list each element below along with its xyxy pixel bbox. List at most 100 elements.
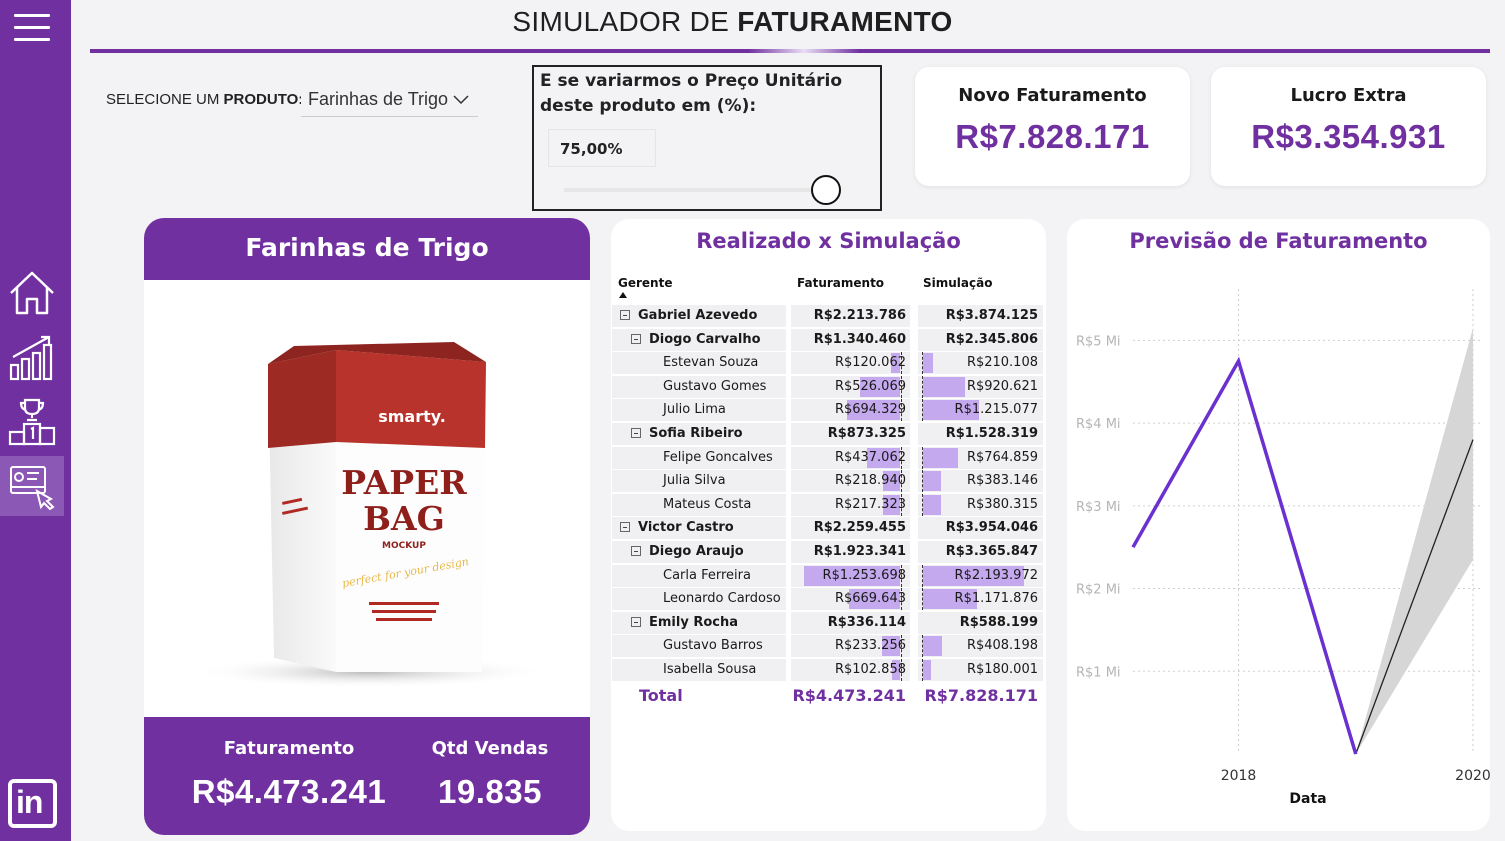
table-row[interactable]: Mateus Costa R$217.323 R$380.315	[611, 493, 1046, 516]
table-row[interactable]: Isabella Sousa R$102.858 R$180.001	[611, 659, 1046, 681]
gerente-name: Diego Araujo	[649, 544, 744, 559]
home-icon[interactable]	[0, 262, 64, 322]
fat-value: R$120.062	[834, 355, 906, 371]
gerente-name: Julio Lima	[663, 402, 726, 418]
simulacao-cell: R$3.954.046	[918, 517, 1043, 540]
chevron-down-icon	[453, 95, 469, 105]
gerente-name: Julia Silva	[663, 473, 726, 489]
axis-divider	[922, 564, 923, 587]
kpi-value: R$3.354.931	[1251, 118, 1446, 155]
table-title: Realizado x Simulação	[696, 229, 961, 253]
gerente-name: Carla Ferreira	[663, 567, 751, 583]
sim-value: R$764.859	[966, 449, 1038, 465]
faturamento-cell: R$233.256	[791, 635, 910, 658]
simulacao-cell: R$2.345.806	[918, 328, 1043, 351]
gerente-name: Sofia Ribeiro	[649, 426, 743, 441]
table-row[interactable]: Estevan Souza R$120.062 R$210.108	[611, 352, 1046, 375]
simulation-icon[interactable]	[0, 456, 64, 516]
table-row[interactable]: Felipe Goncalves R$437.062 R$764.859	[611, 446, 1046, 469]
gerente-name: Felipe Goncalves	[663, 449, 773, 465]
table-row[interactable]: Gabriel Azevedo R$2.213.786 R$3.874.125	[611, 305, 1046, 327]
gerente-name: Estevan Souza	[663, 355, 759, 371]
simulacao-cell: R$588.199	[918, 611, 1043, 634]
bar-chart-icon[interactable]	[0, 326, 64, 386]
collapse-icon[interactable]	[620, 310, 630, 320]
whatif-value-input[interactable]: 75,00%	[548, 129, 656, 167]
sim-value: R$383.146	[966, 473, 1038, 489]
gerente-cell: Gabriel Azevedo	[612, 305, 786, 327]
table-row[interactable]: Victor Castro R$2.259.455 R$3.954.046	[611, 517, 1046, 540]
whatif-question: E se variarmos o Preço Unitário deste pr…	[540, 71, 843, 116]
fat-value: R$1.923.341	[813, 544, 906, 559]
table-row[interactable]: Julia Silva R$218.940 R$383.146	[611, 470, 1046, 493]
axis-divider	[922, 470, 923, 493]
faturamento-cell: R$218.940	[791, 470, 910, 493]
y-tick-label: R$2 Mi	[1076, 583, 1121, 598]
table-row[interactable]: Gustavo Barros R$233.256 R$408.198	[611, 635, 1046, 658]
simulacao-cell: R$3.874.125	[918, 305, 1043, 327]
col-header-simulacao[interactable]: Simulação	[923, 276, 992, 290]
qtd-vendas-value: 19.835	[438, 773, 542, 810]
axis-divider	[922, 659, 923, 681]
podium-trophy-icon[interactable]	[0, 391, 64, 451]
gerente-cell: Sofia Ribeiro	[612, 423, 786, 445]
sidebar: in	[0, 0, 71, 841]
table-row[interactable]: Diego Araujo R$1.923.341 R$3.365.847	[611, 541, 1046, 563]
faturamento-cell: R$1.253.698	[791, 564, 910, 587]
gerente-cell: Emily Rocha	[612, 611, 786, 634]
table-row[interactable]: Gustavo Gomes R$526.069 R$920.621	[611, 375, 1046, 398]
collapse-icon[interactable]	[631, 428, 641, 438]
table-row[interactable]: Diogo Carvalho R$1.340.460 R$2.345.806	[611, 328, 1046, 351]
fat-value: R$218.940	[834, 473, 906, 489]
axis-divider	[922, 352, 923, 375]
collapse-icon[interactable]	[631, 616, 641, 627]
sim-value: R$180.001	[966, 662, 1038, 677]
faturamento-cell: R$669.643	[791, 588, 910, 611]
gerente-name: Gustavo Gomes	[663, 378, 767, 394]
gerente-name: Mateus Costa	[663, 496, 752, 512]
forecast-card: Previsão de Faturamento R$1 Mi R$2 Mi R$3 …	[1067, 219, 1490, 831]
gerente-cell: Gustavo Barros	[612, 635, 786, 658]
table-row[interactable]: Emily Rocha R$336.114 R$588.199	[611, 611, 1046, 634]
fat-value: R$873.325	[827, 426, 906, 441]
fat-value: R$2.259.455	[813, 520, 906, 536]
simulacao-cell: R$764.859	[918, 446, 1043, 469]
faturamento-cell: R$1.340.460	[791, 328, 910, 351]
faturamento-cell: R$873.325	[791, 423, 910, 445]
col-header-gerente[interactable]: Gerente	[618, 276, 672, 290]
collapse-icon[interactable]	[631, 333, 641, 344]
table-row[interactable]: Sofia Ribeiro R$873.325 R$1.528.319	[611, 423, 1046, 445]
simulacao-bar	[923, 636, 942, 657]
axis-divider	[922, 399, 923, 422]
faturamento-cell: R$102.858	[791, 659, 910, 681]
col-header-faturamento[interactable]: Faturamento	[797, 276, 884, 290]
simulacao-bar	[923, 447, 958, 468]
gerente-name: Gabriel Azevedo	[638, 308, 758, 323]
bag-brand-text: smarty.	[378, 407, 446, 426]
kpi-label: Lucro Extra	[1290, 85, 1407, 106]
table-row[interactable]: Carla Ferreira R$1.253.698 R$2.193.972	[611, 564, 1046, 587]
sim-value: R$3.874.125	[945, 308, 1038, 323]
linkedin-icon[interactable]: in	[8, 779, 57, 828]
simulacao-cell: R$380.315	[918, 493, 1043, 516]
gerente-cell: Victor Castro	[612, 517, 786, 540]
forecast-line	[1355, 439, 1474, 755]
collapse-icon[interactable]	[631, 546, 641, 556]
faturamento-cell: R$217.323	[791, 493, 910, 516]
sim-value: R$408.198	[966, 638, 1038, 654]
gerente-name: Isabella Sousa	[663, 662, 757, 677]
table-row[interactable]: Leonardo Cardoso R$669.643 R$1.171.876	[611, 588, 1046, 611]
gerente-cell: Diogo Carvalho	[612, 328, 786, 351]
price-slider-track[interactable]	[564, 188, 826, 192]
x-tick-label: 2020	[1455, 768, 1490, 784]
axis-divider	[922, 493, 923, 516]
collapse-icon[interactable]	[620, 522, 630, 533]
simulacao-cell: R$3.365.847	[918, 541, 1043, 563]
product-dropdown[interactable]: Farinhas de Trigo	[301, 83, 478, 117]
gerente-name: Leonardo Cardoso	[663, 591, 781, 607]
forecast-chart: R$1 Mi R$2 Mi R$3 Mi R$4 Mi R$5 Mi 2018 2020 Da…	[1076, 289, 1490, 807]
price-slider-thumb[interactable]	[811, 175, 841, 205]
actual-line	[1131, 356, 1358, 755]
table-row[interactable]: Julio Lima R$694.329 R$1.215.077	[611, 399, 1046, 422]
gerente-cell: Julia Silva	[612, 470, 786, 493]
